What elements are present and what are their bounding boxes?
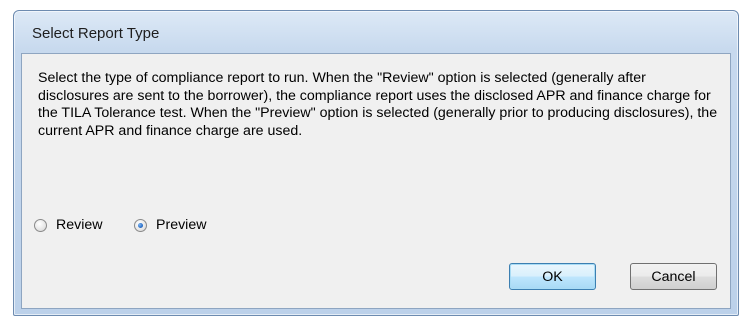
dialog-body: Select the type of compliance report to … bbox=[21, 53, 731, 309]
title-bar[interactable]: Select Report Type bbox=[14, 11, 738, 53]
preview-radio-option[interactable]: Preview bbox=[134, 214, 206, 236]
window-title: Select Report Type bbox=[32, 25, 160, 42]
ok-button[interactable]: OK bbox=[509, 263, 596, 290]
dialog-window: Select Report Type Select the type of co… bbox=[13, 10, 739, 316]
review-radio-option[interactable]: Review bbox=[34, 214, 103, 236]
report-type-description: Select the type of compliance report to … bbox=[38, 70, 718, 139]
review-radio-button[interactable] bbox=[34, 218, 47, 232]
review-radio-label[interactable]: Review bbox=[56, 217, 103, 233]
preview-radio-label[interactable]: Preview bbox=[156, 217, 206, 233]
cancel-button[interactable]: Cancel bbox=[630, 263, 717, 290]
preview-radio-button[interactable] bbox=[134, 218, 147, 232]
